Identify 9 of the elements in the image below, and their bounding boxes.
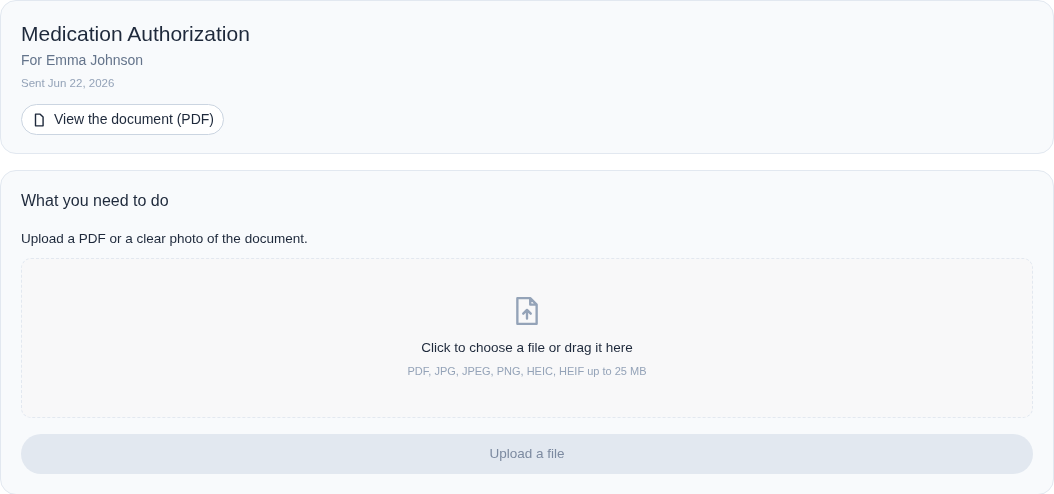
sent-date: Sent Jun 22, 2026: [21, 76, 116, 92]
instruction-text: Upload a PDF or a clear photo of the document.: [21, 230, 309, 249]
file-type-hint: PDF, JPG, JPEG, PNG, HEIC, HEIF up to 25 MB: [407, 363, 647, 379]
patient-name: For Emma Johnson: [21, 51, 145, 71]
section-heading: What you need to do: [21, 191, 170, 212]
view-document-button[interactable]: View the document (PDF): [21, 104, 225, 136]
dropzone-prompt: Click to choose a file or drag it here: [421, 339, 633, 358]
document-title: Medication Authorization: [21, 21, 251, 47]
file-dropzone[interactable]: Click to choose a file or drag it here PDF, JPG, JPEG, PNG, HEIC, HEIF up to 25 MB: [21, 257, 1033, 418]
